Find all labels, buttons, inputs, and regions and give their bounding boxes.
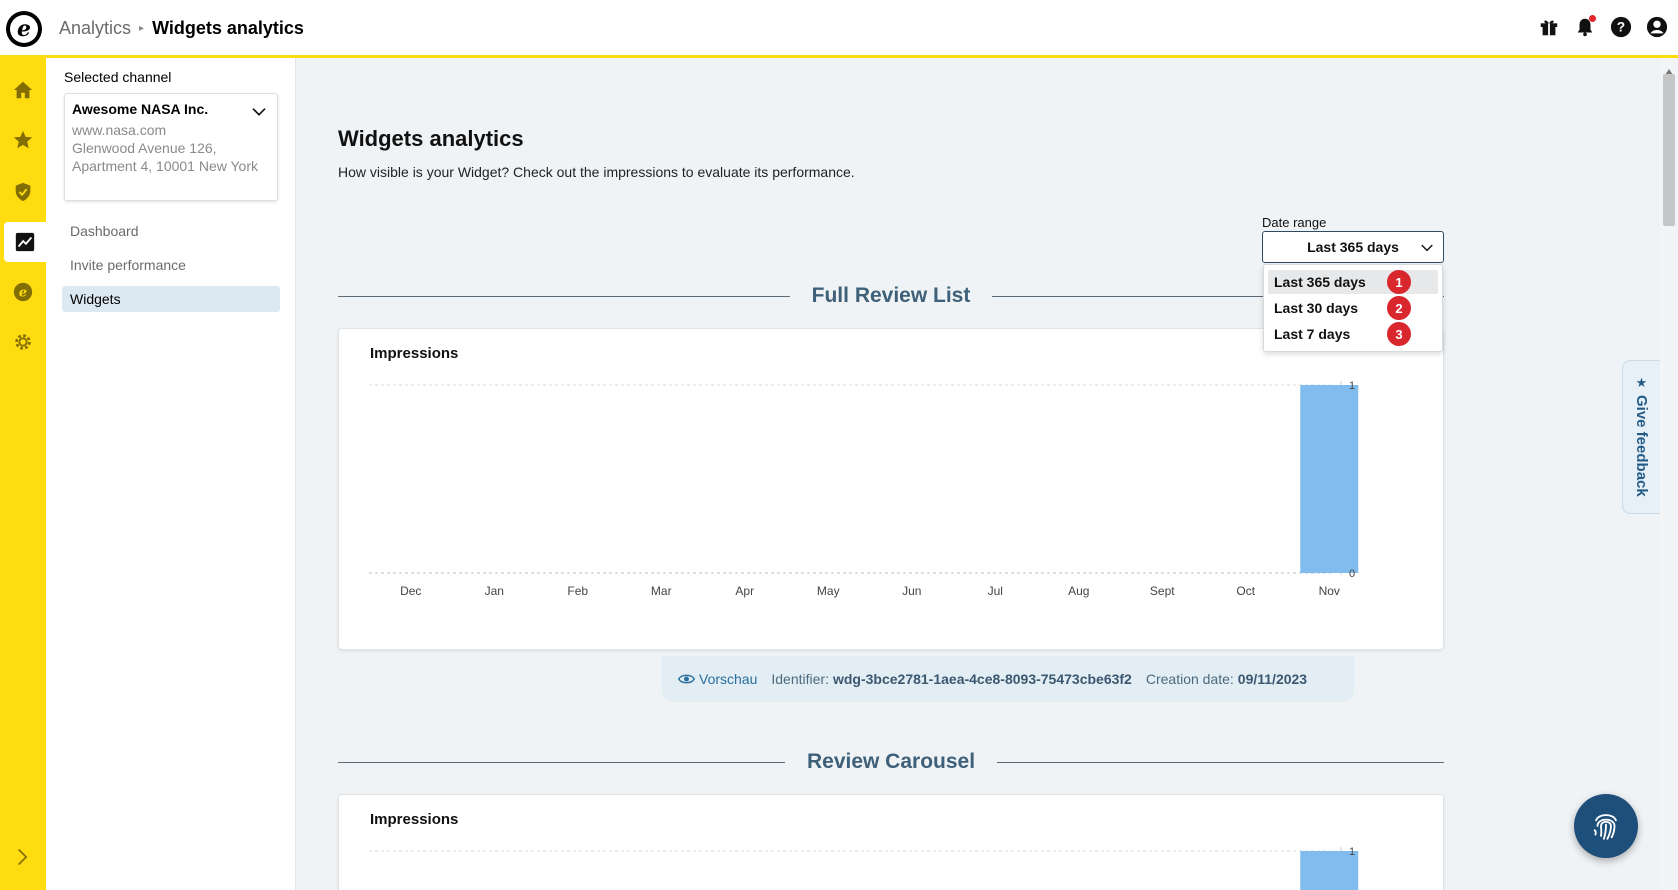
x-tick-label: Jan xyxy=(485,584,504,598)
breadcrumb-analytics[interactable]: Analytics xyxy=(59,18,131,39)
svg-text:e: e xyxy=(19,286,27,301)
date-option-label: Last 30 days xyxy=(1274,300,1359,316)
x-tick-label: Feb xyxy=(567,584,588,598)
x-tick-label: Dec xyxy=(400,584,421,598)
star-icon: ★ xyxy=(1635,375,1648,390)
fingerprint-button[interactable] xyxy=(1574,794,1638,858)
impressions-chart: 1 xyxy=(369,846,1359,890)
x-tick-label: Aug xyxy=(1068,584,1089,598)
y-tick-label: 0 xyxy=(1349,568,1355,580)
sidebar-item-dashboard[interactable]: Dashboard xyxy=(62,218,280,244)
fingerprint-icon xyxy=(1593,814,1617,840)
x-tick-label: Oct xyxy=(1236,584,1255,598)
y-tick-label: 1 xyxy=(1349,380,1355,392)
svg-text:?: ? xyxy=(1617,20,1625,35)
preview-label: Vorschau xyxy=(699,671,758,687)
breadcrumb-current: Widgets analytics xyxy=(152,18,304,38)
divider xyxy=(338,295,790,297)
date-option-30[interactable]: Last 30 days 2 xyxy=(1268,296,1438,320)
sidebar-item-invite-performance[interactable]: Invite performance xyxy=(62,252,280,278)
x-tick-label: Mar xyxy=(651,584,672,598)
section-title: Full Review List xyxy=(811,284,971,307)
identifier-label: Identifier: xyxy=(771,671,829,687)
date-option-label: Last 365 days xyxy=(1274,274,1366,290)
eye-icon xyxy=(678,674,695,684)
page-title: Widgets analytics xyxy=(338,126,524,151)
notification-dot xyxy=(1589,15,1596,22)
date-range-select[interactable]: Last 365 days xyxy=(1262,231,1444,263)
main-content: Widgets analytics How visible is your Wi… xyxy=(296,58,1660,890)
breadcrumb-separator-icon: ▸ xyxy=(139,23,145,34)
y-tick-label: 1 xyxy=(1349,846,1355,858)
help-icon[interactable]: ? xyxy=(1610,16,1632,38)
impressions-chart: Dec Jan Feb Mar Apr May Jun Jul Aug Sept Oct Nov 1 0 xyxy=(369,380,1359,598)
top-icons: ? xyxy=(1538,15,1668,38)
bell-icon[interactable] xyxy=(1574,15,1596,38)
channel-selector[interactable]: Awesome NASA Inc. www.nasa.com Glenwood … xyxy=(64,93,278,201)
preview-link[interactable]: Vorschau xyxy=(678,671,757,687)
chevron-down-icon[interactable] xyxy=(251,104,267,125)
option-badge: 3 xyxy=(1387,322,1411,346)
etrusted-logo[interactable]: e xyxy=(6,11,42,47)
sidebar-item-widgets[interactable]: Widgets xyxy=(62,286,280,312)
shield-icon[interactable] xyxy=(0,172,46,212)
option-badge: 2 xyxy=(1387,296,1411,320)
logo-glyph: e xyxy=(10,15,38,43)
selected-channel-label: Selected channel xyxy=(64,69,172,85)
x-tick-label: Sept xyxy=(1150,584,1175,598)
expand-chevron-icon[interactable] xyxy=(12,847,32,872)
creation-date-value: 09/11/2023 xyxy=(1237,671,1308,687)
x-tick-label: Nov xyxy=(1319,584,1340,598)
scroll-thumb[interactable] xyxy=(1663,74,1675,226)
x-tick-label: Jun xyxy=(902,584,921,598)
analytics-icon[interactable] xyxy=(4,222,46,262)
account-icon[interactable] xyxy=(1646,16,1668,38)
secondary-sidebar: Selected channel Awesome NASA Inc. www.n… xyxy=(46,58,296,890)
page-scrollbar[interactable] xyxy=(1660,58,1678,890)
nav-rail: e xyxy=(0,58,46,890)
date-range-label: Date range xyxy=(1262,215,1327,230)
divider xyxy=(338,761,785,763)
channel-name: Awesome NASA Inc. xyxy=(72,101,209,117)
widget-meta-bar: Vorschau Identifier: wdg-3bce2781-1aea-4… xyxy=(662,656,1354,702)
give-feedback-tab[interactable]: ★ Give feedback xyxy=(1622,360,1660,514)
star-icon[interactable] xyxy=(0,120,46,160)
feedback-label: Give feedback xyxy=(1633,395,1650,497)
gift-icon[interactable] xyxy=(1538,16,1560,38)
date-range-dropdown: Last 365 days 1 Last 30 days 2 Last 7 da… xyxy=(1263,264,1443,352)
section-header-review-carousel: Review Carousel xyxy=(338,750,1445,774)
channel-url: www.nasa.com xyxy=(72,122,167,138)
etrusted-icon[interactable]: e xyxy=(0,272,46,312)
x-tick-label: May xyxy=(817,584,840,598)
date-option-label: Last 7 days xyxy=(1274,326,1351,342)
top-bar: e Analytics ▸ Widgets analytics ? xyxy=(0,0,1678,58)
home-icon[interactable] xyxy=(0,70,46,110)
date-range-value: Last 365 days xyxy=(1307,239,1399,255)
date-option-7[interactable]: Last 7 days 3 xyxy=(1268,322,1438,346)
option-badge: 1 xyxy=(1387,270,1411,294)
page-subtitle: How visible is your Widget? Check out th… xyxy=(338,164,855,180)
date-option-365[interactable]: Last 365 days 1 xyxy=(1268,270,1438,294)
creation-date-label: Creation date: xyxy=(1145,671,1234,687)
settings-icon[interactable] xyxy=(0,322,46,362)
impressions-card: Impressions 1 xyxy=(338,794,1444,890)
divider xyxy=(997,761,1445,763)
x-tick-label: Apr xyxy=(735,584,754,598)
section-title: Review Carousel xyxy=(806,750,976,773)
identifier-value: wdg-3bce2781-1aea-4ce8-8093-75473cbe63f2 xyxy=(832,671,1132,687)
chevron-down-icon xyxy=(1420,241,1434,258)
x-tick-label: Jul xyxy=(988,584,1003,598)
bar-nov[interactable] xyxy=(1300,385,1359,573)
channel-address: Glenwood Avenue 126, Apartment 4, 10001 … xyxy=(72,140,259,174)
breadcrumb: Analytics ▸ Widgets analytics xyxy=(59,18,304,39)
impressions-card: Impressions Dec Jan Feb Mar Apr May Jun Jul Aug S… xyxy=(338,328,1444,650)
